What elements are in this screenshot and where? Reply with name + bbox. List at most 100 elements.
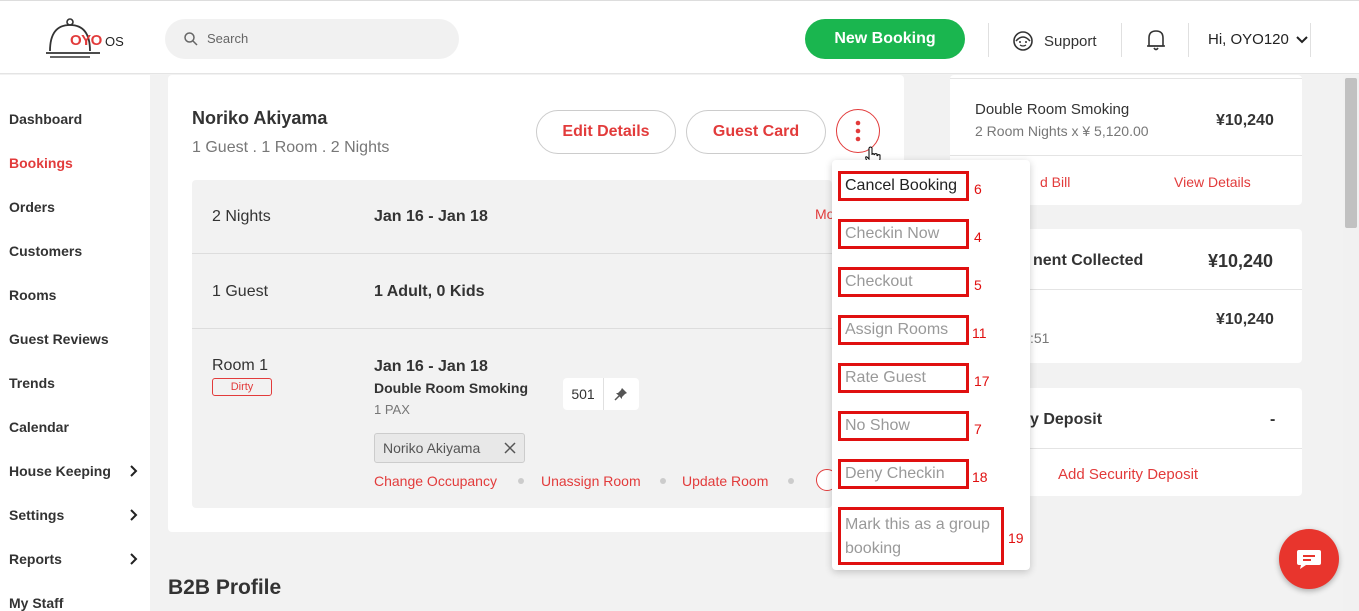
- menu-item-number: 6: [974, 181, 982, 197]
- room-status-badge: Dirty: [212, 378, 272, 396]
- menu-item-deny-checkin[interactable]: Deny Checkin: [838, 459, 969, 489]
- sidebar-item-label: Rooms: [9, 287, 57, 303]
- search-placeholder: Search: [207, 31, 249, 46]
- sidebar-item-label: Orders: [9, 199, 55, 215]
- payment-collected-label: nent Collected: [1033, 252, 1144, 269]
- unassign-room-link[interactable]: Unassign Room: [541, 473, 641, 489]
- separator-dot: [660, 478, 666, 484]
- scrollbar-thumb[interactable]: [1345, 78, 1357, 228]
- menu-item-no-show[interactable]: No Show: [838, 411, 969, 441]
- sidebar-item-guest-reviews[interactable]: Guest Reviews: [9, 331, 139, 347]
- sidebar-item-settings[interactable]: Settings: [9, 507, 139, 523]
- update-room-link[interactable]: Update Room: [682, 473, 768, 489]
- bill-link[interactable]: d Bill: [1040, 174, 1070, 190]
- sidebar-item-bookings[interactable]: Bookings: [9, 155, 139, 171]
- sidebar-item-label: My Staff: [9, 595, 64, 611]
- menu-item-number: 7: [974, 421, 982, 437]
- sidebar-item-trends[interactable]: Trends: [9, 375, 139, 391]
- sidebar-item-my-staff[interactable]: My Staff: [9, 595, 139, 611]
- security-deposit-label: y Deposit: [1030, 411, 1103, 428]
- sidebar-item-label: Guest Reviews: [9, 331, 109, 347]
- guest-chip-name: Noriko Akiyama: [383, 440, 481, 456]
- room-nights-rate: 2 Room Nights x ¥ 5,120.00: [975, 123, 1149, 139]
- menu-item-number: 5: [974, 277, 982, 293]
- support-label: Support: [1044, 32, 1097, 50]
- room-total: ¥10,240: [1216, 112, 1274, 129]
- add-security-deposit-link[interactable]: Add Security Deposit: [1058, 466, 1198, 483]
- sidebar-item-calendar[interactable]: Calendar: [9, 419, 139, 435]
- divider: [1310, 23, 1311, 57]
- menu-item-number: 17: [974, 373, 990, 389]
- menu-item-number: 11: [972, 325, 987, 341]
- sidebar-item-dashboard[interactable]: Dashboard: [9, 111, 139, 127]
- chat-button[interactable]: [1279, 529, 1339, 589]
- user-menu[interactable]: Hi, OYO120: [1208, 31, 1309, 48]
- chevron-right-icon: [130, 509, 138, 521]
- new-booking-button[interactable]: New Booking: [805, 19, 965, 59]
- chat-icon: [1297, 550, 1321, 569]
- room-dates: Jan 16 - Jan 18: [374, 358, 488, 375]
- stay-dates: Jan 16 - Jan 18: [374, 208, 488, 225]
- separator-dot: [788, 478, 794, 484]
- sidebar-item-rooms[interactable]: Rooms: [9, 287, 139, 303]
- menu-item-checkout[interactable]: Checkout: [838, 267, 969, 297]
- room-number-field[interactable]: 501: [563, 378, 639, 410]
- search-input[interactable]: Search: [165, 19, 459, 59]
- room-number: 501: [571, 386, 595, 402]
- sidebar-item-label: Calendar: [9, 419, 69, 435]
- divider: [988, 23, 989, 57]
- sidebar-item-label: Customers: [9, 243, 83, 259]
- close-icon[interactable]: [504, 442, 516, 454]
- menu-item-cancel-booking[interactable]: Cancel Booking: [838, 171, 969, 201]
- sidebar-item-label: Trends: [9, 375, 55, 391]
- sidebar-item-house-keeping[interactable]: House Keeping: [9, 463, 139, 479]
- room-label: Room 1: [212, 357, 269, 374]
- guest-chip: Noriko Akiyama: [374, 433, 525, 463]
- b2b-profile-heading: B2B Profile: [168, 576, 282, 599]
- sidebar-item-label: Reports: [9, 551, 62, 567]
- search-icon: [184, 32, 198, 46]
- kebab-icon: [855, 120, 861, 142]
- support-button[interactable]: Support: [1012, 29, 1097, 53]
- menu-item-rate-guest[interactable]: Rate Guest: [838, 363, 969, 393]
- guest-card-button[interactable]: Guest Card: [686, 110, 826, 154]
- user-greeting: Hi, OYO120: [1208, 31, 1289, 48]
- logo-text: OYO: [70, 32, 102, 49]
- menu-item-label-line: booking: [845, 540, 902, 557]
- sidebar-item-customers[interactable]: Customers: [9, 243, 139, 259]
- payment-row-amount: ¥10,240: [1216, 311, 1274, 328]
- menu-item-label-line: Mark this as a group: [845, 516, 990, 533]
- menu-item-checkin-now[interactable]: Checkin Now: [838, 219, 969, 249]
- nights-label: 2 Nights: [212, 208, 271, 225]
- edit-details-button[interactable]: Edit Details: [536, 110, 676, 154]
- chevron-right-icon: [130, 553, 138, 565]
- divider: [1188, 23, 1189, 57]
- menu-item-number: 4: [974, 229, 982, 245]
- guests-label: 1 Guest: [212, 283, 269, 300]
- bell-icon: [1147, 30, 1165, 51]
- change-occupancy-link[interactable]: Change Occupancy: [374, 473, 497, 489]
- top-header: OYO OS Search New Booking Support Hi, OY…: [0, 0, 1359, 74]
- notifications-button[interactable]: [1145, 28, 1167, 57]
- logo-suffix: OS: [105, 34, 124, 49]
- sidebar-item-label: Dashboard: [9, 111, 83, 127]
- view-details-link[interactable]: View Details: [1174, 174, 1251, 190]
- divider: [192, 253, 832, 254]
- divider: [192, 328, 832, 329]
- menu-item-mark-group-booking[interactable]: Mark this as a group booking: [838, 507, 1004, 565]
- payment-time: :51: [1030, 330, 1050, 346]
- payment-collected-amount: ¥10,240: [1208, 251, 1274, 271]
- support-icon: [1013, 31, 1033, 51]
- chevron-right-icon: [130, 465, 138, 477]
- guests-detail: 1 Adult, 0 Kids: [374, 283, 485, 300]
- sidebar-item-orders[interactable]: Orders: [9, 199, 139, 215]
- sidebar-item-label: Bookings: [9, 155, 73, 171]
- room-type: Double Room Smoking: [374, 380, 528, 396]
- pin-icon[interactable]: [614, 387, 628, 401]
- right-room-type: Double Room Smoking: [975, 101, 1130, 118]
- menu-item-assign-rooms[interactable]: Assign Rooms: [838, 315, 969, 345]
- sidebar-item-reports[interactable]: Reports: [9, 551, 139, 567]
- chevron-down-icon: [1296, 35, 1308, 43]
- sidebar-item-label: Settings: [9, 507, 65, 523]
- menu-item-number: 19: [1008, 530, 1024, 546]
